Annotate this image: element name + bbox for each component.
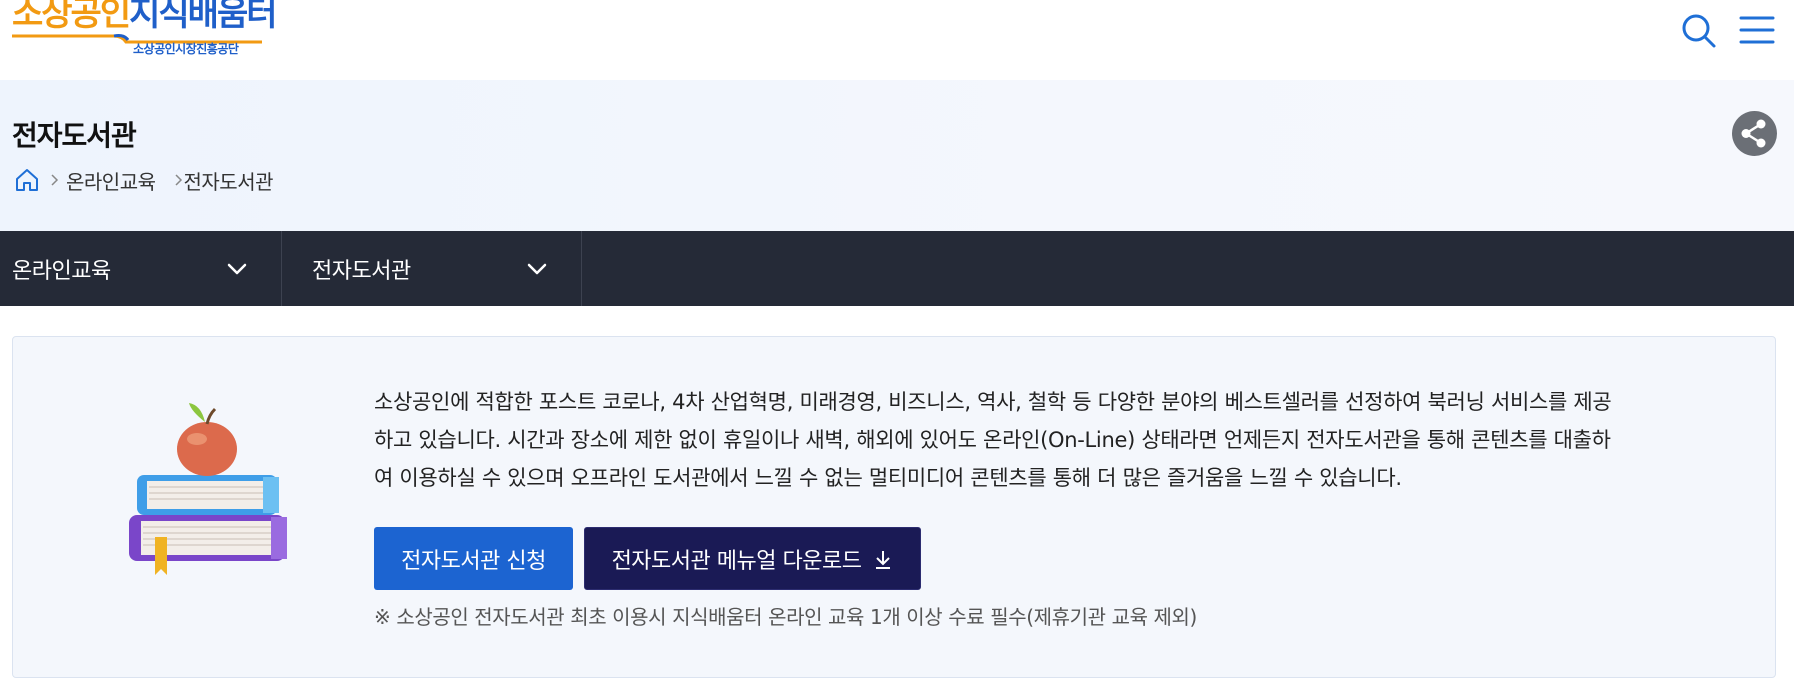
breadcrumb: 온라인교육 전자도서관 [14,166,273,194]
e-library-intro-box: 소상공인에 적합한 포스트 코로나, 4차 산업혁명, 미래경영, 비즈니스, … [12,336,1776,678]
page-title: 전자도서관 [12,119,137,152]
description-line: 여 이용하실 수 있으며 오프라인 도서관에서 느낄 수 없는 멀티미디어 콘텐… [374,466,1402,490]
logo-title: 소상공인지식배움터 [12,0,278,34]
nav-dropdown-online-education[interactable]: 온라인교육 [0,231,282,306]
breadcrumb-item-online-education[interactable]: 온라인교육 [66,166,156,195]
share-icon [1741,119,1766,148]
nav-dropdown-e-library[interactable]: 전자도서관 [282,231,582,306]
manual-button-label: 전자도서관 메뉴얼 다운로드 [611,548,862,574]
description-line: 하고 있습니다. 시간과 장소에 제한 없이 휴일이나 새벽, 해외에 있어도 … [374,428,1611,452]
e-library-description: 소상공인에 적합한 포스트 코로나, 4차 산업혁명, 미래경영, 비즈니스, … [374,383,1719,497]
chevron-down-icon [227,263,247,275]
home-icon[interactable] [14,167,40,193]
nav-dropdown-label: 온라인교육 [12,259,111,284]
apply-e-library-button[interactable]: 전자도서관 신청 [374,527,573,590]
share-button[interactable] [1732,111,1777,156]
hamburger-menu-icon [1739,16,1775,44]
books-with-apple-illustration [129,403,287,575]
download-manual-button[interactable]: 전자도서관 메뉴얼 다운로드 [584,527,921,590]
chevron-down-icon [527,263,547,275]
section-navbar: 온라인교육 전자도서관 [0,231,1794,306]
search-icon [1682,14,1716,48]
chevron-right-icon [51,174,59,186]
download-icon [876,550,891,569]
site-logo[interactable]: 소상공인지식배움터 소상공인시장진흥공단 [12,0,278,60]
chevron-right-icon [174,174,182,186]
site-header: 소상공인지식배움터 소상공인시장진흥공단 [0,0,1794,80]
page-title-band: 전자도서관 온라인교육 전자도서관 [0,80,1794,231]
logo-subtitle: 소상공인시장진흥공단 [133,42,239,56]
logo-title-part1: 소상공인 [12,0,131,34]
search-button[interactable] [1679,10,1719,50]
apply-button-label: 전자도서관 신청 [401,548,546,574]
logo-title-part2: 지식배움터 [129,0,277,34]
description-line: 소상공인에 적합한 포스트 코로나, 4차 산업혁명, 미래경영, 비즈니스, … [374,390,1612,414]
menu-button[interactable] [1737,10,1777,50]
nav-dropdown-label: 전자도서관 [312,259,411,284]
breadcrumb-item-e-library[interactable]: 전자도서관 [184,166,274,195]
usage-requirement-note: ※ 소상공인 전자도서관 최초 이용시 지식배움터 온라인 교육 1개 이상 수… [374,605,1197,629]
